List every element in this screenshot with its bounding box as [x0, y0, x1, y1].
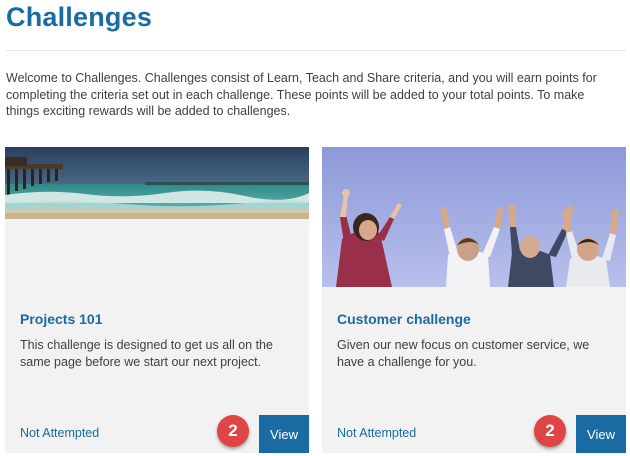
step-badge: 2	[217, 415, 249, 447]
title-divider	[6, 50, 626, 51]
people-raising-hands-image[interactable]	[322, 147, 626, 287]
challenge-card-projects-101: Projects 101 This challenge is designed …	[5, 147, 309, 453]
challenge-card-customer-challenge: Customer challenge Given our new focus o…	[322, 147, 626, 453]
intro-text: Welcome to Challenges. Challenges consis…	[6, 71, 597, 118]
page-title: Challenges	[6, 2, 153, 32]
card-description: Given our new focus on customer service,…	[337, 338, 590, 369]
view-button[interactable]: View	[576, 415, 626, 453]
pier-ocean-image[interactable]	[5, 147, 309, 219]
card-title[interactable]: Projects 101	[20, 311, 103, 327]
view-button[interactable]: View	[259, 415, 309, 453]
card-title[interactable]: Customer challenge	[337, 311, 471, 327]
step-badge: 2	[534, 415, 566, 447]
card-description: This challenge is designed to get us all…	[20, 338, 273, 369]
card-status: Not Attempted	[20, 426, 100, 440]
card-status: Not Attempted	[337, 426, 417, 440]
